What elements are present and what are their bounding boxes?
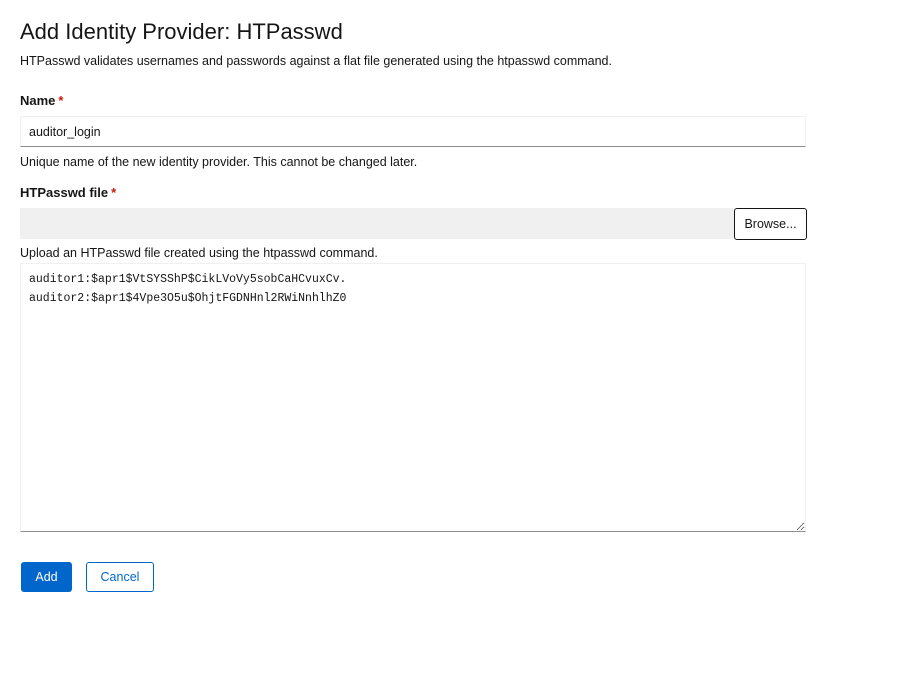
name-label-text: Name bbox=[20, 93, 56, 108]
page-title: Add Identity Provider: HTPasswd bbox=[20, 19, 343, 44]
cancel-button[interactable]: Cancel bbox=[86, 562, 154, 592]
name-input[interactable] bbox=[20, 116, 806, 147]
browse-button[interactable]: Browse... bbox=[734, 208, 807, 240]
name-required-marker: * bbox=[58, 93, 64, 108]
add-button[interactable]: Add bbox=[21, 562, 72, 592]
name-field-label: Name * bbox=[20, 93, 63, 109]
name-helper-text: Unique name of the new identity provider… bbox=[20, 155, 418, 169]
htpasswd-file-label-text: HTPasswd file bbox=[20, 185, 109, 200]
htpasswd-file-required-marker: * bbox=[111, 185, 117, 200]
page-description: HTPasswd validates usernames and passwor… bbox=[20, 54, 612, 68]
htpasswd-filename-field[interactable] bbox=[20, 208, 734, 239]
htpasswd-contents-textarea[interactable]: auditor1:$apr1$VtSYSShP$CikLVoVy5sobCaHC… bbox=[20, 263, 806, 532]
add-identity-provider-page: Add Identity Provider: HTPasswd HTPasswd… bbox=[0, 0, 899, 676]
htpasswd-file-label: HTPasswd file * bbox=[20, 185, 116, 201]
htpasswd-file-helper-text: Upload an HTPasswd file created using th… bbox=[20, 246, 378, 260]
